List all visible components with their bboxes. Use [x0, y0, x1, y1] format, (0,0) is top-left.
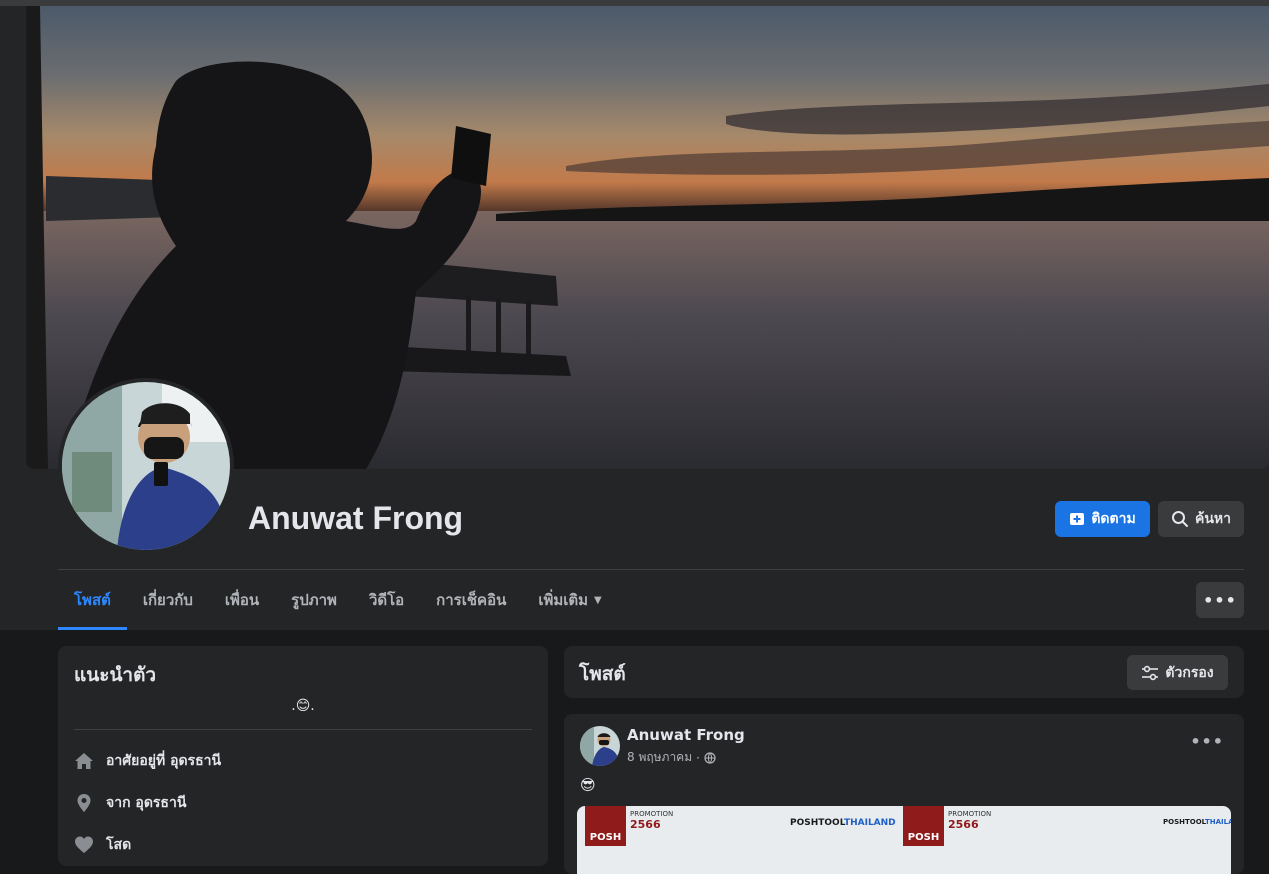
intro-item-text: อาศัยอยู่ที่ อุดรธานี [106, 753, 222, 769]
tab-posts[interactable]: โพสต์ [58, 570, 127, 630]
post-card: Anuwat Frong 8 พฤษภาคม · ••• 😎 POSH PROM… [564, 714, 1244, 874]
promo-label: PROMOTION [630, 810, 674, 818]
posh-logo: POSH [903, 806, 944, 846]
ellipsis-icon: ••• [1190, 732, 1224, 751]
promo-label: PROMOTION [948, 810, 992, 818]
follow-button[interactable]: ติดตาม [1055, 501, 1150, 537]
profile-more-options-button[interactable]: ••• [1196, 582, 1244, 618]
post-options-button[interactable]: ••• [1190, 732, 1224, 751]
promo-year: 2566 [948, 818, 979, 831]
promo-block: POSH PROMOTION 2566 [585, 806, 673, 846]
intro-title: แนะนำตัว [74, 664, 157, 686]
intro-bio: .😊. [291, 698, 315, 714]
tab-photos[interactable]: รูปภาพ [275, 570, 353, 630]
filter-button-label: ตัวกรอง [1165, 664, 1214, 681]
filter-button[interactable]: ตัวกรอง [1127, 655, 1228, 690]
filter-sliders-icon [1142, 665, 1159, 680]
intro-divider [74, 729, 532, 730]
intro-item-relationship: โสด [74, 834, 131, 856]
posh-logo: POSH [585, 806, 626, 846]
cover-photo[interactable] [26, 6, 1269, 469]
search-profile-button[interactable]: ค้นหา [1158, 501, 1244, 537]
post-image[interactable]: POSH PROMOTION 2566 POSHTOOLTHAILAND POS… [577, 806, 1231, 874]
brand-main: POSHTOOL [1163, 818, 1205, 826]
profile-tabs: โพสต์ เกี่ยวกับ เพื่อน รูปภาพ วิดีโอ การ… [58, 570, 618, 630]
tab-more-label: เพิ่มเติม [538, 591, 589, 609]
intro-item-from: จาก อุดรธานี [74, 792, 186, 814]
profile-name: Anuwat Frong [248, 500, 464, 536]
brand-text: POSHTOOLTHAILAND [790, 818, 896, 828]
promo-text: PROMOTION 2566 [630, 810, 673, 831]
intro-item-lives-in: อาศัยอยู่ที่ อุดรธานี [74, 750, 221, 772]
promo-block: POSH PROMOTION 2566 [903, 806, 991, 846]
posts-header-card: โพสต์ ตัวกรอง [564, 646, 1244, 698]
caret-down-icon: ▼ [594, 594, 602, 606]
post-meta-separator: · [696, 750, 700, 765]
brand-main: POSHTOOL [790, 818, 844, 828]
post-avatar-image [580, 726, 620, 766]
home-icon [75, 753, 93, 769]
profile-avatar[interactable] [58, 378, 234, 554]
tab-videos-label: วิดีโอ [368, 591, 405, 609]
posts-title: โพสต์ [579, 663, 626, 685]
cover-photo-image [26, 6, 1269, 469]
tab-about[interactable]: เกี่ยวกับ [127, 570, 209, 630]
ellipsis-icon: ••• [1203, 590, 1237, 610]
intro-item-text: โสด [106, 837, 132, 853]
brand-accent: THAILAND [1204, 818, 1231, 826]
follow-plus-icon [1070, 513, 1085, 525]
globe-icon [704, 751, 716, 764]
tab-friends-label: เพื่อน [224, 591, 260, 609]
search-button-label: ค้นหา [1194, 511, 1232, 527]
post-date[interactable]: 8 พฤษภาคม [627, 748, 692, 767]
location-pin-icon [77, 794, 91, 812]
tab-friends[interactable]: เพื่อน [209, 570, 275, 630]
tab-posts-label: โพสต์ [74, 591, 111, 609]
tab-photos-label: รูปภาพ [291, 591, 337, 609]
promo-year: 2566 [630, 818, 661, 831]
intro-item-text: จาก อุดรธานี [106, 795, 187, 811]
post-author-avatar[interactable] [580, 726, 620, 766]
post-text: 😎 [580, 776, 596, 794]
tab-checkins-label: การเช็คอิน [436, 591, 507, 609]
promo-text: PROMOTION 2566 [948, 810, 991, 831]
post-meta: 8 พฤษภาคม · [627, 748, 716, 767]
avatar-image [62, 382, 230, 550]
heart-icon [75, 836, 93, 853]
brand-accent: THAILAND [843, 818, 896, 828]
brand-text: POSHTOOLTHAILAND [1163, 818, 1231, 826]
tab-videos[interactable]: วิดีโอ [353, 570, 420, 630]
tab-about-label: เกี่ยวกับ [142, 591, 193, 609]
follow-button-label: ติดตาม [1091, 511, 1136, 527]
intro-card: แนะนำตัว .😊. อาศัยอยู่ที่ อุดรธานี จาก อ… [58, 646, 548, 866]
search-icon [1171, 511, 1188, 527]
tab-more[interactable]: เพิ่มเติม ▼ [522, 570, 617, 630]
post-author-name[interactable]: Anuwat Frong [627, 726, 745, 744]
tab-checkins[interactable]: การเช็คอิน [420, 570, 522, 630]
